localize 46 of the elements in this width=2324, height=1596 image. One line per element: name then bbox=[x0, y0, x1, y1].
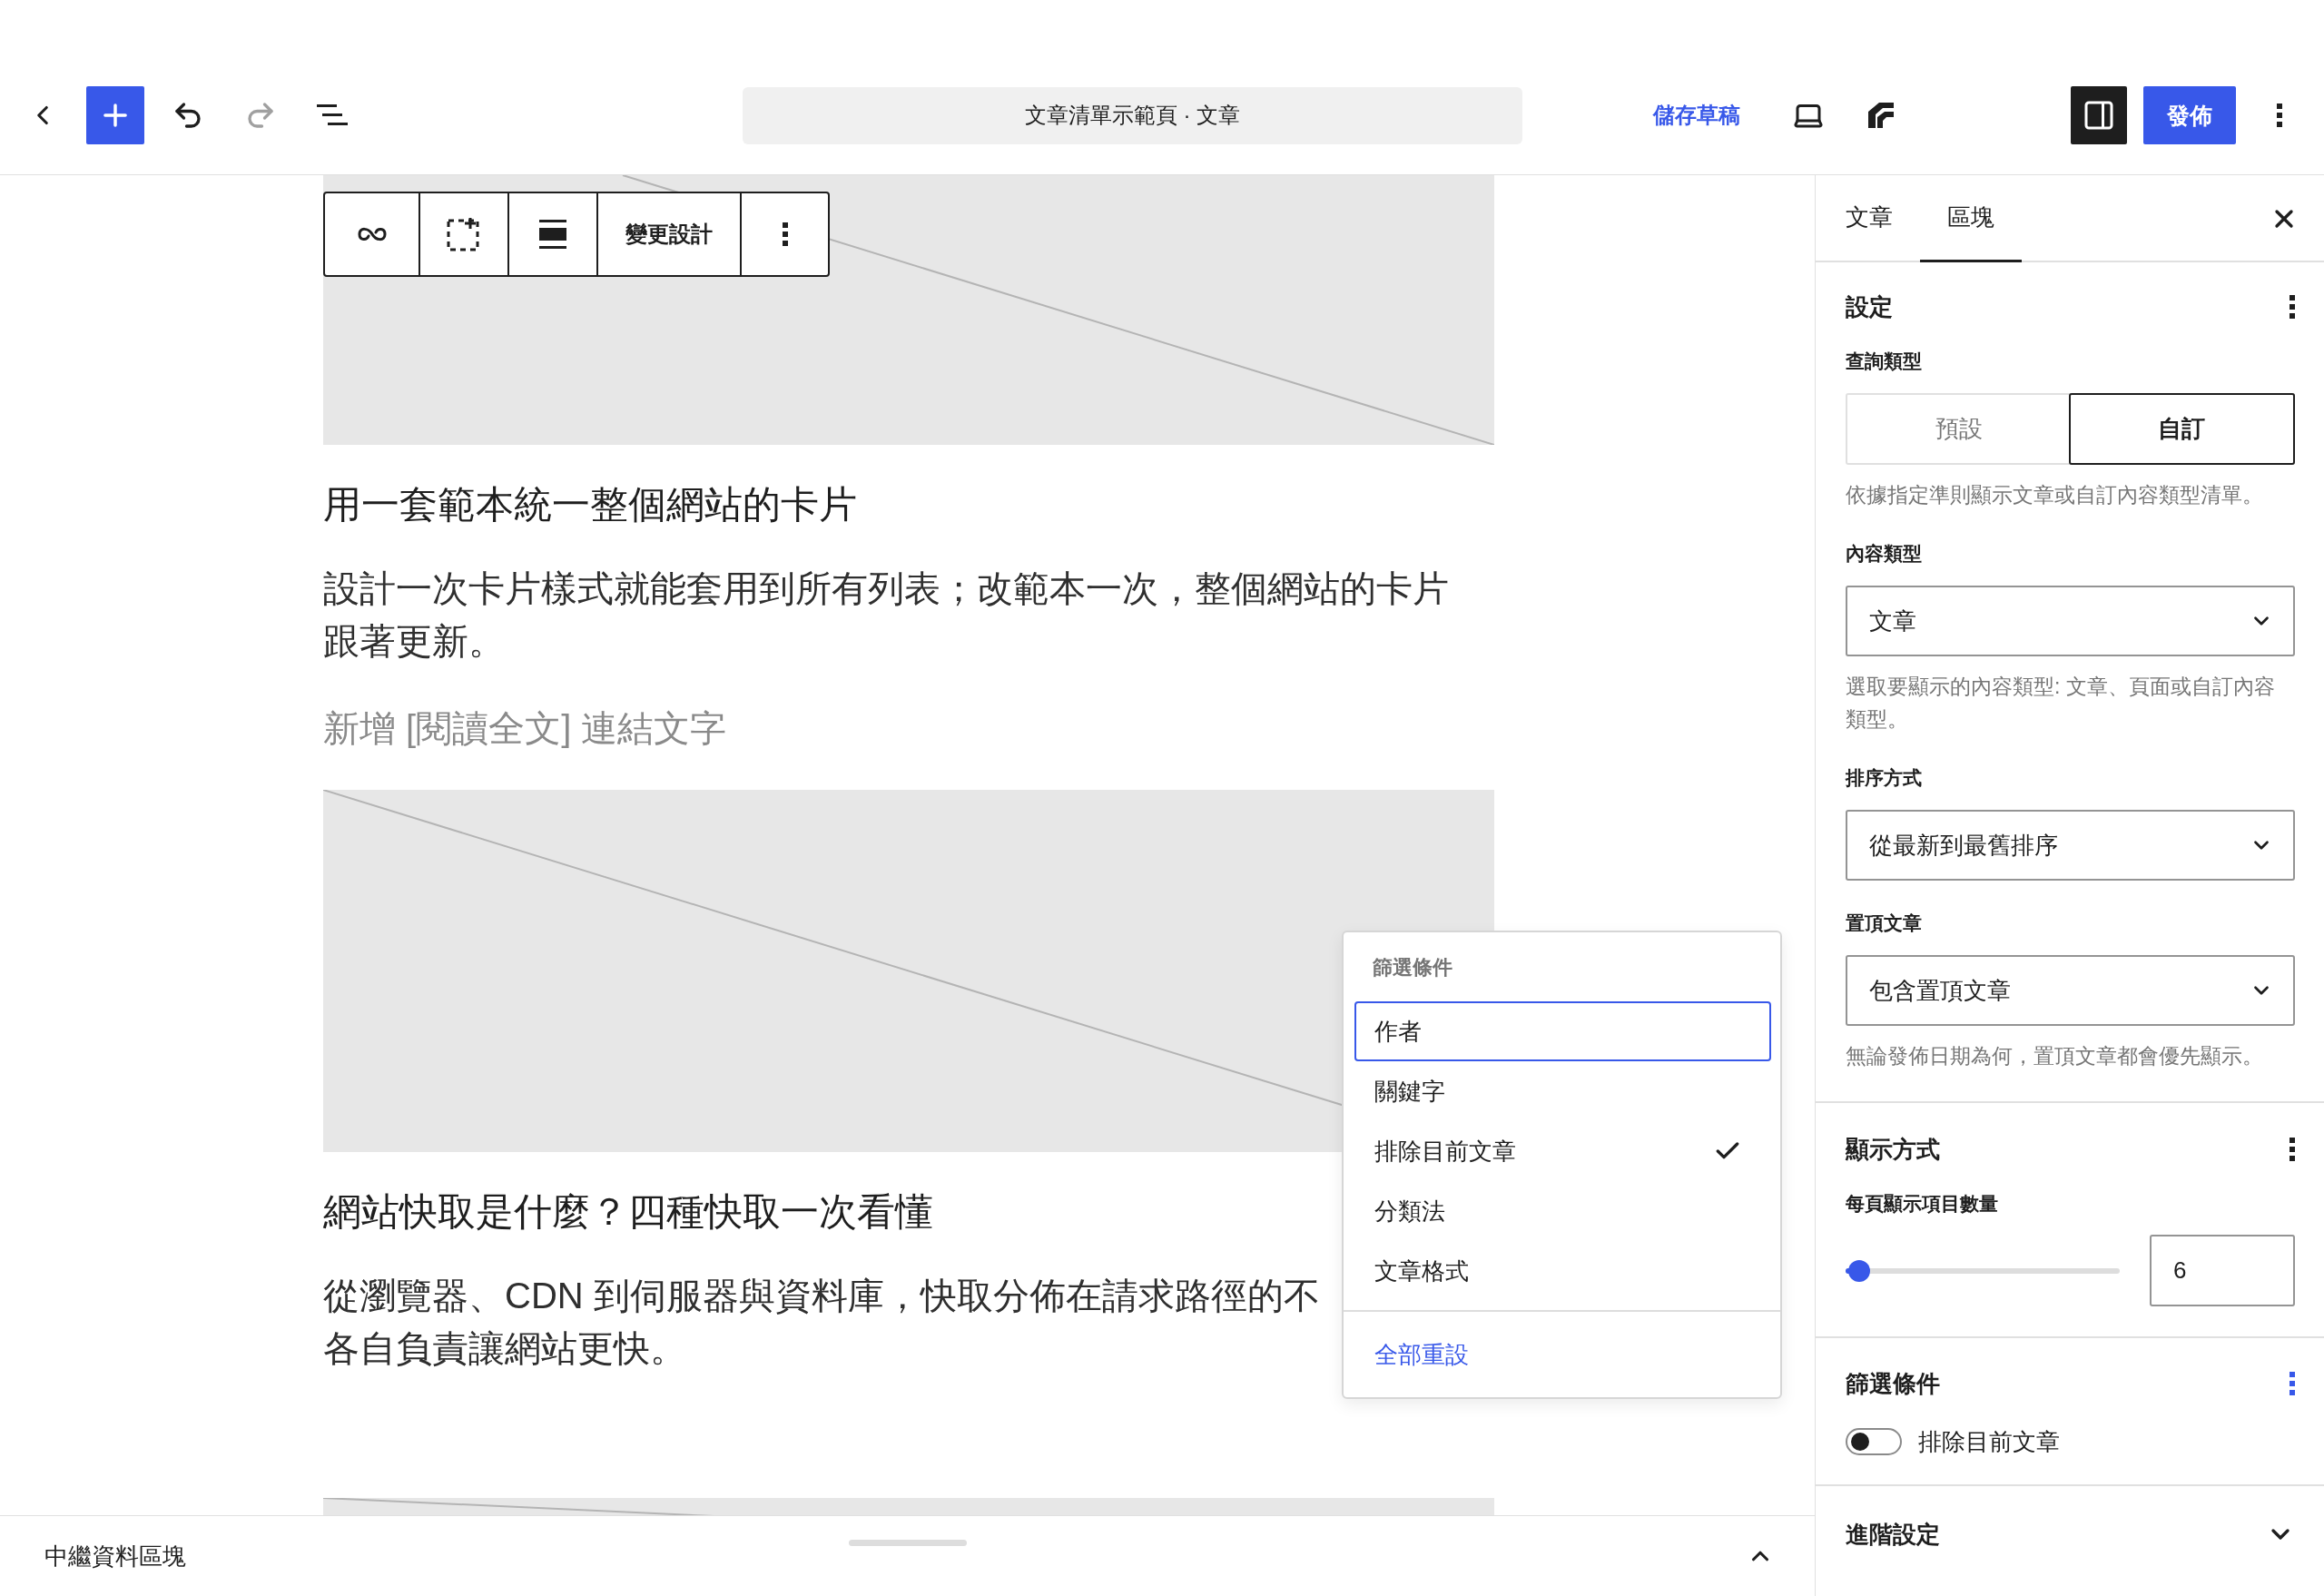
sidebar-tab[interactable]: 文章 bbox=[1818, 175, 1920, 262]
sidebar-icon bbox=[2084, 101, 2113, 130]
field-label: 每頁顯示項目數量 bbox=[1846, 1192, 1999, 1216]
post-excerpt: 設計一次卡片樣式就能套用到所有列表；改範本一次，整個網站的卡片跟著更新。 bbox=[323, 567, 1450, 663]
panel-title: 顯示方式 bbox=[1846, 1134, 1940, 1165]
dashed-frame-icon bbox=[446, 216, 482, 252]
toggle-switch[interactable] bbox=[1846, 1428, 1902, 1455]
reset-all-button[interactable]: 全部重設 bbox=[1374, 1333, 1469, 1376]
more-icon bbox=[782, 222, 788, 246]
sidebar-toggle-button[interactable] bbox=[2071, 86, 2127, 144]
options-icon[interactable] bbox=[2290, 295, 2295, 319]
panel-title: 設定 bbox=[1846, 291, 1893, 322]
breadcrumb[interactable]: 中繼資料區塊 bbox=[44, 1540, 186, 1572]
slider[interactable] bbox=[1846, 1259, 2120, 1282]
add-block-button[interactable] bbox=[86, 86, 144, 144]
document-title[interactable]: 文章清單示範頁 · 文章 bbox=[743, 86, 1522, 144]
field-label: 置頂文章 bbox=[1846, 911, 1923, 935]
align-icon bbox=[539, 220, 566, 249]
segment-option[interactable]: 自訂 bbox=[2068, 393, 2295, 465]
select-field[interactable]: 包含置頂文章 bbox=[1846, 955, 2295, 1026]
panel-title: 篩選條件 bbox=[1846, 1368, 1940, 1399]
field-label: 排序方式 bbox=[1846, 766, 1923, 790]
menu-heading: 篩選條件 bbox=[1372, 955, 1453, 980]
select-field[interactable]: 文章 bbox=[1846, 586, 2295, 656]
help-text: 選取要顯示的內容類型: 文章、頁面或自訂內容類型。 bbox=[1846, 674, 2276, 733]
select-field[interactable]: 從最新到最舊排序 bbox=[1846, 810, 2295, 881]
post-title: 網站快取是什麼？四種快取一次看懂 bbox=[323, 1189, 933, 1235]
toggle-label: 排除目前文章 bbox=[1918, 1426, 2060, 1457]
number-input[interactable]: 6 bbox=[2150, 1235, 2295, 1306]
resize-handle[interactable] bbox=[849, 1540, 967, 1546]
options-icon[interactable] bbox=[2290, 1138, 2295, 1161]
post-excerpt: 從瀏覽器、CDN 到伺服器與資料庫，快取分佈在請求路徑的不各自負責讓網站更快。 bbox=[323, 1275, 1321, 1370]
more-icon bbox=[2277, 103, 2282, 127]
help-text: 依據指定準則顯示文章或自訂內容類型清單。 bbox=[1846, 482, 2264, 508]
post-title: 用一套範本統一整個網站的卡片 bbox=[323, 482, 857, 527]
save-draft-button[interactable]: 儲存草稿 bbox=[1653, 94, 1740, 137]
advanced-panel-header[interactable]: 進階設定 bbox=[1846, 1516, 2295, 1552]
field-label: 內容類型 bbox=[1846, 542, 1923, 566]
list-view-icon bbox=[317, 104, 350, 126]
field-label: 查詢類型 bbox=[1846, 350, 1923, 373]
panel-title: 進階設定 bbox=[1846, 1519, 1940, 1550]
menu-item[interactable]: 作者 bbox=[1354, 1001, 1771, 1061]
publish-button[interactable]: 發佈 bbox=[2143, 86, 2236, 144]
slider-thumb[interactable] bbox=[1848, 1259, 1871, 1282]
help-text: 無論發佈日期為何，置頂文章都會優先顯示。 bbox=[1846, 1043, 2264, 1069]
sidebar-tab[interactable]: 區塊 bbox=[1920, 175, 2022, 262]
